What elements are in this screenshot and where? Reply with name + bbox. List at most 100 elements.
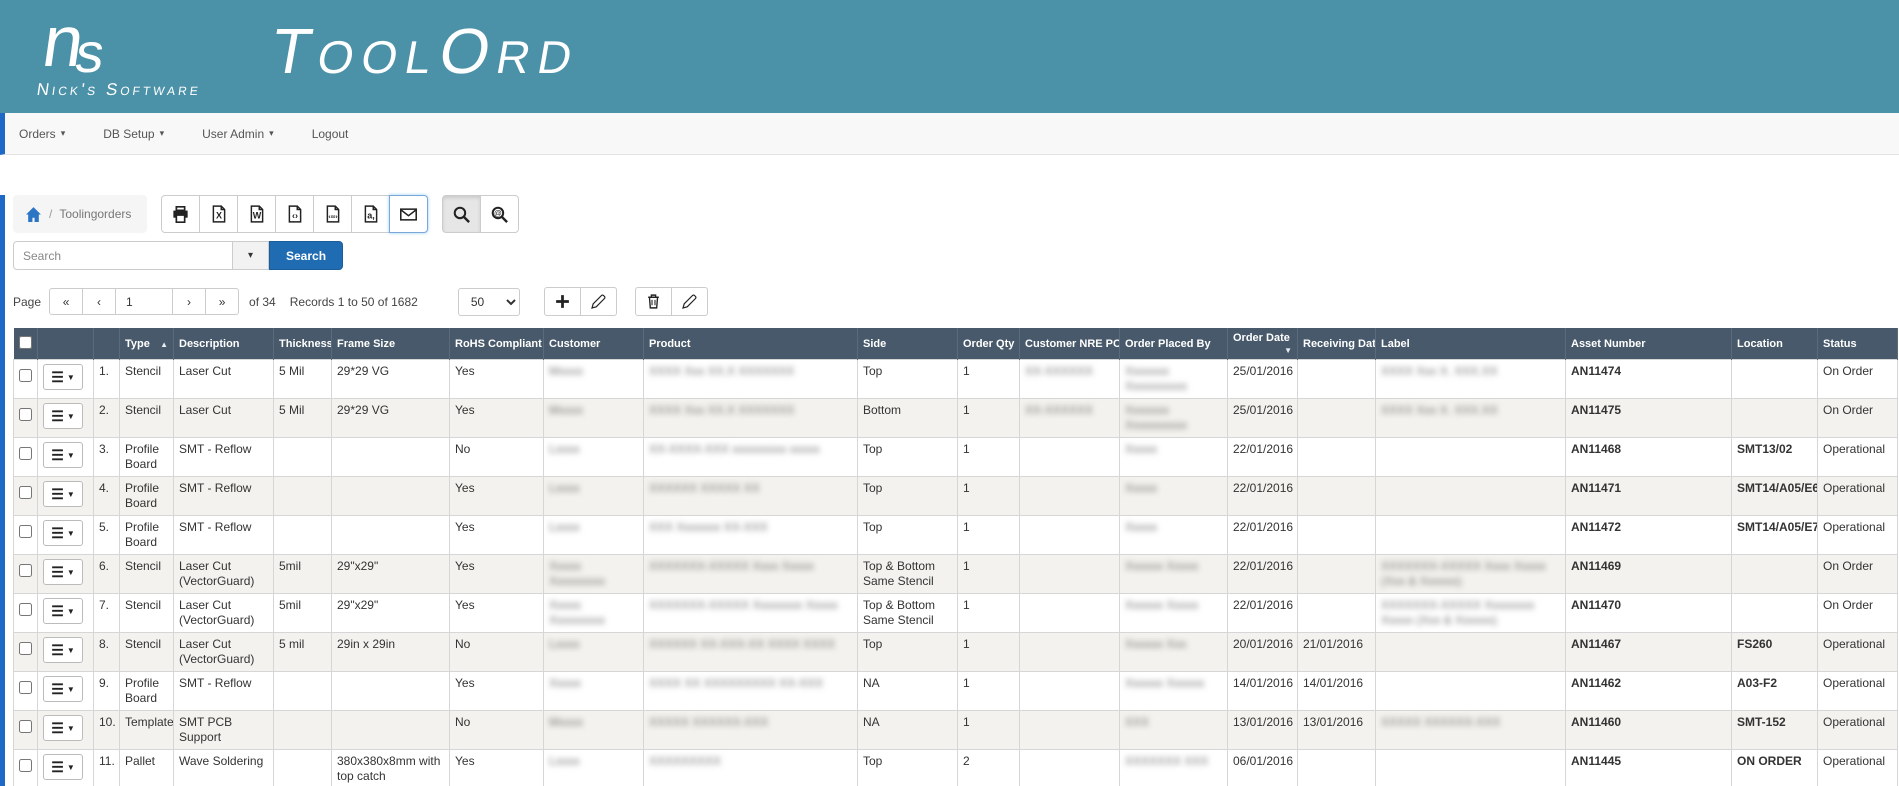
column-header-asset[interactable]: Asset Number	[1565, 328, 1732, 360]
page-number-input[interactable]	[115, 288, 174, 315]
cell-label: XXXXXXX-XXXXX Xxxx Xxxxx (Xxx & Xxxxxx)	[1375, 554, 1566, 594]
cell-description: Laser Cut	[173, 398, 274, 438]
redacted-text: Xxxxx	[549, 676, 582, 690]
edit-record-button2[interactable]	[670, 287, 708, 316]
edit-record-button[interactable]	[579, 287, 617, 316]
row-menu-button[interactable]: ☰ ▼	[43, 481, 83, 507]
row-checkbox[interactable]	[19, 720, 32, 733]
row-menu-button[interactable]: ☰ ▼	[43, 676, 83, 702]
column-header-placed_by[interactable]: Order Placed By	[1119, 328, 1228, 360]
nav-item-orders[interactable]: Orders ▾	[19, 127, 65, 141]
export-xml-button[interactable]: ‹∞›	[313, 195, 353, 233]
next-page-button[interactable]: ›	[172, 288, 207, 315]
search-advanced-button[interactable]: @	[480, 195, 520, 233]
page-size-select[interactable]: 50	[457, 287, 520, 316]
column-header-recv_date[interactable]: Receiving Date	[1297, 328, 1376, 360]
cell-type: Profile Board	[119, 437, 174, 477]
row-menu-button[interactable]: ☰ ▼	[43, 754, 83, 780]
column-header-frame[interactable]: Frame Size	[331, 328, 450, 360]
cell-status: Operational	[1817, 710, 1898, 750]
last-page-button[interactable]: »	[205, 288, 240, 315]
column-header-side[interactable]: Side	[857, 328, 958, 360]
row-menu-button[interactable]: ☰ ▼	[43, 598, 83, 624]
cell-order_date: 13/01/2016	[1227, 710, 1298, 750]
cell-customer: Mxxxx	[543, 359, 644, 399]
cell-side: Top & Bottom Same Stencil	[857, 554, 958, 594]
row-checkbox[interactable]	[19, 642, 32, 655]
print-button[interactable]	[161, 195, 201, 233]
row-checkbox[interactable]	[19, 759, 32, 772]
home-icon[interactable]	[25, 206, 42, 223]
nav-item-label: User Admin	[202, 126, 265, 141]
add-record-button[interactable]	[543, 287, 581, 316]
chevron-down-icon: ▼	[66, 411, 75, 421]
column-header-qty[interactable]: Order Qty	[957, 328, 1020, 360]
cell-select	[13, 632, 38, 672]
redacted-text: Xxxxxx Xxxxx	[1125, 598, 1199, 612]
row-menu-button[interactable]: ☰ ▼	[43, 403, 83, 429]
export-text-button[interactable]: a,	[351, 195, 391, 233]
redacted-text: Xxxxxx Xxxxx	[1125, 559, 1199, 573]
cell-num: 7.	[93, 593, 120, 633]
row-checkbox[interactable]	[19, 603, 32, 616]
hamburger-icon: ☰	[51, 408, 64, 424]
company-logo: ns Nick's Software	[35, 2, 212, 100]
export-code-button[interactable]: ‹›	[275, 195, 315, 233]
cell-label	[1375, 671, 1566, 711]
row-checkbox[interactable]	[19, 486, 32, 499]
row-checkbox[interactable]	[19, 564, 32, 577]
row-menu-button[interactable]: ☰ ▼	[43, 637, 83, 663]
row-menu-button[interactable]: ☰ ▼	[43, 715, 83, 741]
nav-item-user-admin[interactable]: User Admin ▾	[202, 127, 274, 141]
row-checkbox[interactable]	[19, 681, 32, 694]
column-header-order_date[interactable]: Order Date ▼	[1227, 328, 1298, 360]
column-header-description[interactable]: Description	[173, 328, 274, 360]
search-input[interactable]	[13, 241, 233, 270]
column-header-status[interactable]: Status	[1817, 328, 1898, 360]
search-button[interactable]: Search	[269, 241, 344, 270]
chevron-down-icon: ▼	[66, 606, 75, 616]
nav-item-logout[interactable]: Logout	[312, 127, 349, 141]
row-menu-button[interactable]: ☰ ▼	[43, 364, 83, 390]
cell-product: XXXX Xxx XX.X XXXXXXX	[643, 398, 858, 438]
column-header-location[interactable]: Location	[1731, 328, 1818, 360]
cell-description: SMT PCB Support	[173, 710, 274, 750]
cell-location: A03-F2	[1731, 671, 1818, 711]
cell-label	[1375, 437, 1566, 477]
row-menu-button[interactable]: ☰ ▼	[43, 559, 83, 585]
column-header-customer[interactable]: Customer	[543, 328, 644, 360]
nav-item-db-setup[interactable]: DB Setup ▾	[103, 127, 164, 141]
column-header-product[interactable]: Product	[643, 328, 858, 360]
row-menu-button[interactable]: ☰ ▼	[43, 520, 83, 546]
cell-product: XXXXXX XXXXX XX	[643, 476, 858, 516]
column-header-thickness[interactable]: Thickness	[273, 328, 332, 360]
cell-actions: ☰ ▼	[37, 359, 94, 399]
export-word-button[interactable]: W	[237, 195, 277, 233]
first-page-button[interactable]: «	[49, 288, 84, 315]
cell-actions: ☰ ▼	[37, 710, 94, 750]
prev-page-button[interactable]: ‹	[82, 288, 117, 315]
row-menu-button[interactable]: ☰ ▼	[43, 442, 83, 468]
cell-nre_po	[1019, 593, 1120, 633]
row-checkbox[interactable]	[19, 408, 32, 421]
cell-thickness	[273, 749, 332, 786]
search-field-dropdown-button[interactable]: ▾	[233, 241, 269, 270]
row-checkbox[interactable]	[19, 525, 32, 538]
page-label: Page	[13, 294, 42, 309]
select-all-checkbox[interactable]	[18, 335, 32, 349]
column-header-nre_po[interactable]: Customer NRE PO	[1019, 328, 1120, 360]
cell-status: Operational	[1817, 749, 1898, 786]
delete-record-button[interactable]	[634, 287, 672, 316]
search-button[interactable]	[442, 195, 482, 233]
cell-actions: ☰ ▼	[37, 593, 94, 633]
column-header-label[interactable]: Label	[1375, 328, 1566, 360]
row-checkbox[interactable]	[19, 369, 32, 382]
email-button[interactable]	[389, 195, 429, 233]
row-checkbox[interactable]	[19, 447, 32, 460]
column-header-type[interactable]: Type ▲	[119, 328, 174, 360]
cell-rohs: Yes	[449, 359, 544, 399]
column-header-rohs[interactable]: RoHS Compliant	[449, 328, 544, 360]
cell-asset: AN11469	[1565, 554, 1732, 594]
export-word-icon: W	[248, 205, 266, 223]
export-excel-button[interactable]: X	[199, 195, 239, 233]
